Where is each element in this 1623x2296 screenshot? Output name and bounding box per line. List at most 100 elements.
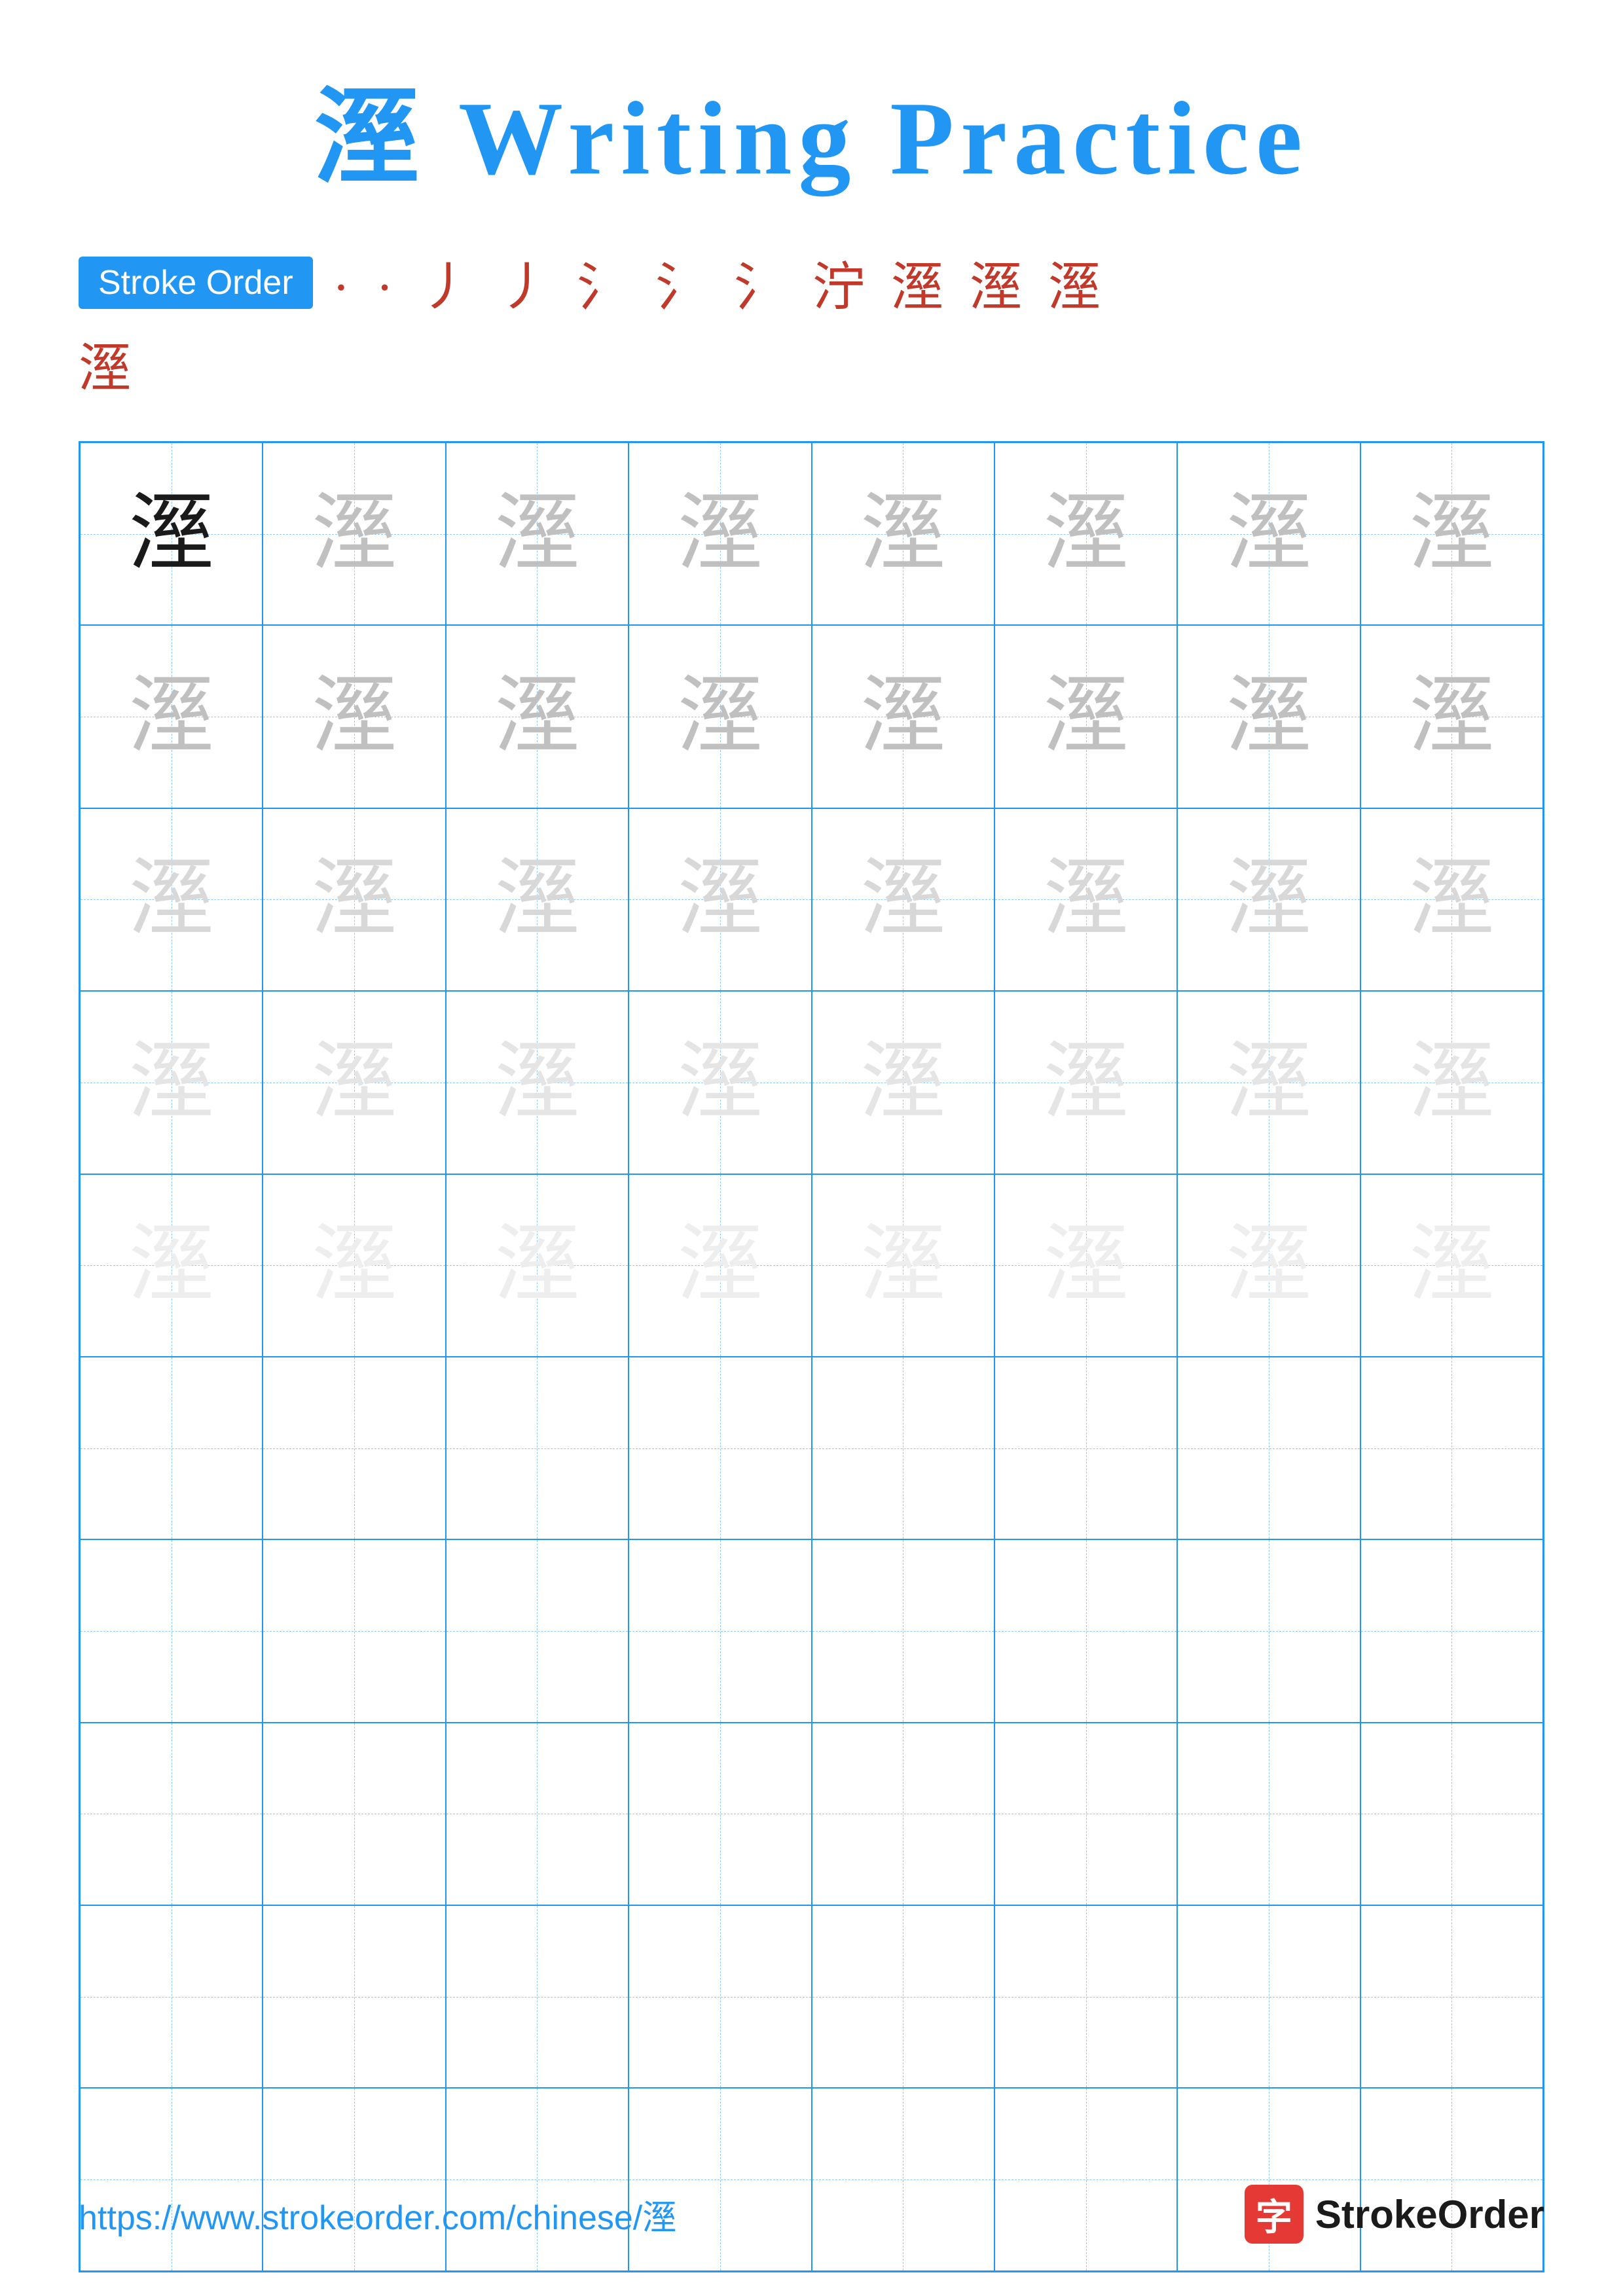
- grid-cell[interactable]: 溼: [812, 1357, 994, 1539]
- grid-cell[interactable]: 溼: [80, 1539, 263, 1722]
- grid-cell[interactable]: 溼: [446, 1905, 629, 2088]
- grid-cell[interactable]: 溼: [263, 808, 445, 991]
- grid-cell[interactable]: 溼: [1360, 625, 1543, 808]
- grid-cell[interactable]: 溼: [1360, 1174, 1543, 1357]
- cell-character: 溼: [678, 1954, 763, 2039]
- grid-cell[interactable]: 溼: [1177, 808, 1360, 991]
- cell-character: 溼: [129, 1588, 214, 1674]
- grid-cell[interactable]: 溼: [446, 625, 629, 808]
- grid-row: 溼溼溼溼溼溼溼溼: [80, 1723, 1543, 1905]
- grid-cell[interactable]: 溼: [446, 442, 629, 625]
- grid-cell[interactable]: 溼: [629, 991, 811, 1174]
- grid-cell[interactable]: 溼: [994, 808, 1177, 991]
- cell-character: 溼: [494, 1771, 579, 1856]
- cell-character: 溼: [312, 1040, 397, 1125]
- cell-character: 溼: [860, 1771, 945, 1856]
- grid-cell[interactable]: 溼: [80, 991, 263, 1174]
- grid-cell[interactable]: 溼: [1177, 1174, 1360, 1357]
- cell-character: 溼: [1226, 2137, 1311, 2222]
- grid-cell[interactable]: 溼: [80, 1174, 263, 1357]
- grid-cell[interactable]: 溼: [994, 1723, 1177, 1905]
- grid-cell[interactable]: 溼: [446, 808, 629, 991]
- grid-cell[interactable]: 溼: [446, 1357, 629, 1539]
- grid-cell[interactable]: 溼: [1177, 625, 1360, 808]
- grid-cell[interactable]: 溼: [263, 1539, 445, 1722]
- grid-cell[interactable]: 溼: [80, 625, 263, 808]
- grid-cell[interactable]: 溼: [263, 1357, 445, 1539]
- grid-cell[interactable]: 溼: [629, 1174, 811, 1357]
- grid-cell[interactable]: 溼: [80, 1723, 263, 1905]
- grid-cell[interactable]: 溼: [812, 625, 994, 808]
- grid-cell[interactable]: 溼: [1360, 808, 1543, 991]
- grid-cell[interactable]: 溼: [1177, 1357, 1360, 1539]
- grid-cell[interactable]: 溼: [1360, 1357, 1543, 1539]
- cell-character: 溼: [312, 1954, 397, 2039]
- cell-character: 溼: [312, 1223, 397, 1308]
- grid-cell[interactable]: 溼: [629, 625, 811, 808]
- grid-cell[interactable]: 溼: [994, 991, 1177, 1174]
- grid-cell[interactable]: 溼: [812, 1174, 994, 1357]
- grid-cell[interactable]: 溼: [1360, 442, 1543, 625]
- grid-cell[interactable]: 溼: [446, 1723, 629, 1905]
- grid-cell[interactable]: 溼: [446, 991, 629, 1174]
- grid-row: 溼溼溼溼溼溼溼溼: [80, 1174, 1543, 1357]
- grid-cell[interactable]: 溼: [263, 1174, 445, 1357]
- grid-cell[interactable]: 溼: [994, 442, 1177, 625]
- cell-character: 溼: [678, 2137, 763, 2222]
- cell-character: 溼: [678, 857, 763, 942]
- cell-character: 溼: [312, 1771, 397, 1856]
- grid-cell[interactable]: 溼: [629, 1723, 811, 1905]
- cell-character: 溼: [1044, 2137, 1129, 2222]
- grid-cell[interactable]: 溼: [629, 808, 811, 991]
- grid-cell[interactable]: 溼: [812, 1723, 994, 1905]
- grid-cell[interactable]: 溼: [80, 808, 263, 991]
- stroke-char-final: 溼: [79, 326, 1544, 402]
- cell-character: 溼: [678, 1040, 763, 1125]
- grid-cell[interactable]: 溼: [263, 1723, 445, 1905]
- grid-cell[interactable]: 溼: [629, 1905, 811, 2088]
- grid-cell[interactable]: 溼: [629, 442, 811, 625]
- grid-cell[interactable]: 溼: [812, 442, 994, 625]
- grid-cell[interactable]: 溼: [80, 1357, 263, 1539]
- cell-character: 溼: [1044, 857, 1129, 942]
- cell-character: 溼: [494, 1588, 579, 1674]
- grid-cell[interactable]: 溼: [1360, 1723, 1543, 1905]
- cell-character: 溼: [860, 1406, 945, 1491]
- grid-cell[interactable]: 溼: [263, 442, 445, 625]
- grid-cell[interactable]: 溼: [263, 991, 445, 1174]
- cell-character: 溼: [129, 1223, 214, 1308]
- grid-cell[interactable]: 溼: [1177, 1723, 1360, 1905]
- cell-character: 溼: [1409, 2137, 1494, 2222]
- grid-cell[interactable]: 溼: [1177, 442, 1360, 625]
- grid-cell[interactable]: 溼: [446, 1174, 629, 1357]
- grid-cell[interactable]: 溼: [1177, 1905, 1360, 2088]
- grid-cell[interactable]: 溼: [80, 442, 263, 625]
- cell-character: 溼: [312, 857, 397, 942]
- grid-cell[interactable]: 溼: [994, 1905, 1177, 2088]
- grid-cell[interactable]: 溼: [1360, 1905, 1543, 2088]
- cell-character: 溼: [1044, 1223, 1129, 1308]
- grid-cell[interactable]: 溼: [994, 1174, 1177, 1357]
- grid-cell[interactable]: 溼: [80, 1905, 263, 2088]
- grid-cell[interactable]: 溼: [994, 625, 1177, 808]
- grid-cell[interactable]: 溼: [446, 1539, 629, 1722]
- grid-cell[interactable]: 溼: [263, 625, 445, 808]
- cell-character: 溼: [1044, 492, 1129, 577]
- grid-cell[interactable]: 溼: [812, 1539, 994, 1722]
- grid-cell[interactable]: 溼: [994, 1539, 1177, 1722]
- grid-cell[interactable]: 溼: [629, 1357, 811, 1539]
- grid-cell[interactable]: 溼: [994, 1357, 1177, 1539]
- grid-row: 溼溼溼溼溼溼溼溼: [80, 442, 1543, 625]
- cell-character: 溼: [1044, 1588, 1129, 1674]
- grid-row: 溼溼溼溼溼溼溼溼: [80, 1539, 1543, 1722]
- grid-cell[interactable]: 溼: [812, 1905, 994, 2088]
- grid-cell[interactable]: 溼: [812, 808, 994, 991]
- cell-character: 溼: [494, 857, 579, 942]
- grid-cell[interactable]: 溼: [629, 1539, 811, 1722]
- grid-cell[interactable]: 溼: [1360, 1539, 1543, 1722]
- grid-cell[interactable]: 溼: [263, 1905, 445, 2088]
- grid-cell[interactable]: 溼: [812, 991, 994, 1174]
- grid-cell[interactable]: 溼: [1177, 991, 1360, 1174]
- grid-cell[interactable]: 溼: [1360, 991, 1543, 1174]
- grid-cell[interactable]: 溼: [1177, 1539, 1360, 1722]
